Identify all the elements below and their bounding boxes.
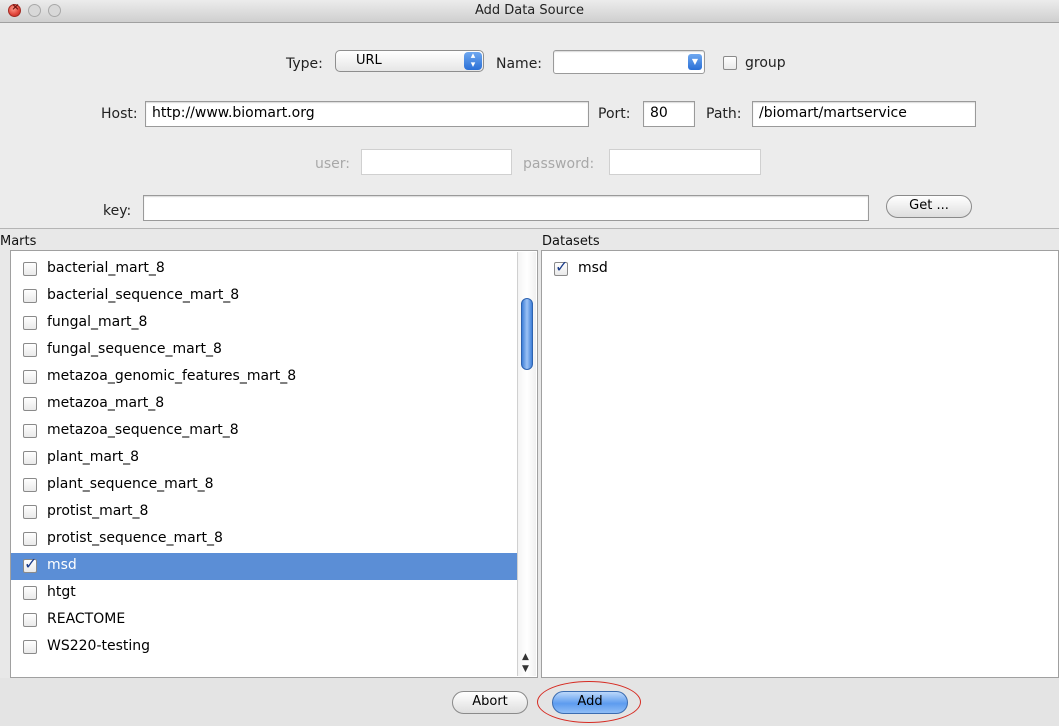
item-label: WS220-testing <box>47 638 151 654</box>
item-label: plant_sequence_mart_8 <box>47 476 214 492</box>
title-bar[interactable]: × Add Data Source <box>0 0 1059 23</box>
item-checkbox[interactable] <box>23 316 37 330</box>
item-label: fungal_mart_8 <box>47 314 148 330</box>
scroll-up-arrow-icon[interactable]: ▲ <box>522 652 529 662</box>
item-checkbox[interactable] <box>23 370 37 384</box>
item-label: msd <box>47 557 77 573</box>
item-checkbox[interactable] <box>23 640 37 654</box>
password-input[interactable] <box>609 149 761 175</box>
item-checkbox[interactable] <box>23 397 37 411</box>
list-item[interactable]: fungal_mart_8 <box>11 310 517 337</box>
item-checkbox[interactable] <box>23 532 37 546</box>
item-label: msd <box>578 260 608 276</box>
list-item[interactable]: ✓ msd <box>542 256 1058 283</box>
port-input[interactable]: 80 <box>643 101 695 127</box>
group-checkbox[interactable] <box>723 56 737 70</box>
item-checkbox[interactable]: ✓ <box>554 257 568 276</box>
list-item[interactable]: htgt <box>11 580 517 607</box>
list-item[interactable]: ✓ msd <box>11 553 517 580</box>
abort-button[interactable]: Abort <box>452 691 528 714</box>
item-label: REACTOME <box>47 611 126 627</box>
scroll-down-arrow-icon[interactable]: ▼ <box>522 664 529 674</box>
item-label: fungal_sequence_mart_8 <box>47 341 222 357</box>
checkmark-icon: ✓ <box>24 554 38 573</box>
item-label: metazoa_sequence_mart_8 <box>47 422 239 438</box>
item-checkbox[interactable] <box>23 505 37 519</box>
list-item[interactable]: WS220-testing <box>11 634 517 661</box>
path-input[interactable]: /biomart/martservice <box>752 101 976 127</box>
item-label: bacterial_mart_8 <box>47 260 165 276</box>
button-bar <box>0 678 1059 726</box>
list-item[interactable]: bacterial_sequence_mart_8 <box>11 283 517 310</box>
list-item[interactable]: REACTOME <box>11 607 517 634</box>
item-checkbox[interactable] <box>23 451 37 465</box>
add-data-source-window: × Add Data Source Type: URL ▴ ▾ Name: ▼ g… <box>0 0 1059 726</box>
item-checkbox[interactable] <box>23 289 37 303</box>
highlight-circle <box>537 681 641 723</box>
item-label: metazoa_genomic_features_mart_8 <box>47 368 297 384</box>
item-checkbox[interactable] <box>23 424 37 438</box>
list-item[interactable]: fungal_sequence_mart_8 <box>11 337 517 364</box>
key-label: key: <box>103 203 132 219</box>
key-input[interactable] <box>143 195 869 221</box>
item-label: protist_sequence_mart_8 <box>47 530 223 546</box>
name-label: Name: <box>496 56 543 72</box>
host-input[interactable]: http://www.biomart.org <box>145 101 589 127</box>
item-checkbox[interactable] <box>23 343 37 357</box>
item-checkbox[interactable] <box>23 478 37 492</box>
type-select-value: URL <box>356 53 382 68</box>
type-label: Type: <box>286 56 323 72</box>
list-item[interactable]: metazoa_sequence_mart_8 <box>11 418 517 445</box>
get-key-button[interactable]: Get ... <box>886 195 972 218</box>
list-item[interactable]: bacterial_mart_8 <box>11 256 517 283</box>
list-item[interactable]: metazoa_mart_8 <box>11 391 517 418</box>
password-label: password: <box>523 156 595 172</box>
item-label: htgt <box>47 584 76 600</box>
type-select[interactable]: URL ▴ ▾ <box>335 50 484 72</box>
marts-scrollbar-thumb[interactable] <box>521 298 533 370</box>
item-label: protist_mart_8 <box>47 503 149 519</box>
item-checkbox[interactable] <box>23 613 37 627</box>
marts-label: Marts <box>0 234 37 249</box>
item-checkbox[interactable] <box>23 262 37 276</box>
item-label: bacterial_sequence_mart_8 <box>47 287 240 303</box>
list-item[interactable]: plant_mart_8 <box>11 445 517 472</box>
item-checkbox[interactable]: ✓ <box>23 554 37 573</box>
marts-scrollbar[interactable]: ▲ ▼ <box>517 252 536 676</box>
item-label: metazoa_mart_8 <box>47 395 165 411</box>
marts-list[interactable]: WS220-testing REACTOME htgt ✓ msd protist_seq… <box>10 250 538 678</box>
checkmark-icon: ✓ <box>555 257 569 276</box>
user-input[interactable] <box>361 149 512 175</box>
port-label: Port: <box>598 106 631 122</box>
list-item[interactable]: plant_sequence_mart_8 <box>11 472 517 499</box>
list-item[interactable]: protist_mart_8 <box>11 499 517 526</box>
item-label: plant_mart_8 <box>47 449 140 465</box>
path-label: Path: <box>706 106 742 122</box>
dropdown-arrow-icon[interactable]: ▼ <box>688 54 702 70</box>
list-item[interactable]: metazoa_genomic_features_mart_8 <box>11 364 517 391</box>
window-title: Add Data Source <box>474 3 585 18</box>
group-label: group <box>745 55 786 71</box>
host-label: Host: <box>101 106 138 122</box>
up-down-arrows-icon: ▴ ▾ <box>464 52 482 70</box>
datasets-label: Datasets <box>542 234 600 249</box>
list-item[interactable]: protist_sequence_mart_8 <box>11 526 517 553</box>
datasets-list[interactable]: ✓ msd <box>541 250 1059 678</box>
user-label: user: <box>315 156 351 172</box>
item-checkbox[interactable] <box>23 586 37 600</box>
name-combo[interactable]: ▼ <box>553 50 705 74</box>
